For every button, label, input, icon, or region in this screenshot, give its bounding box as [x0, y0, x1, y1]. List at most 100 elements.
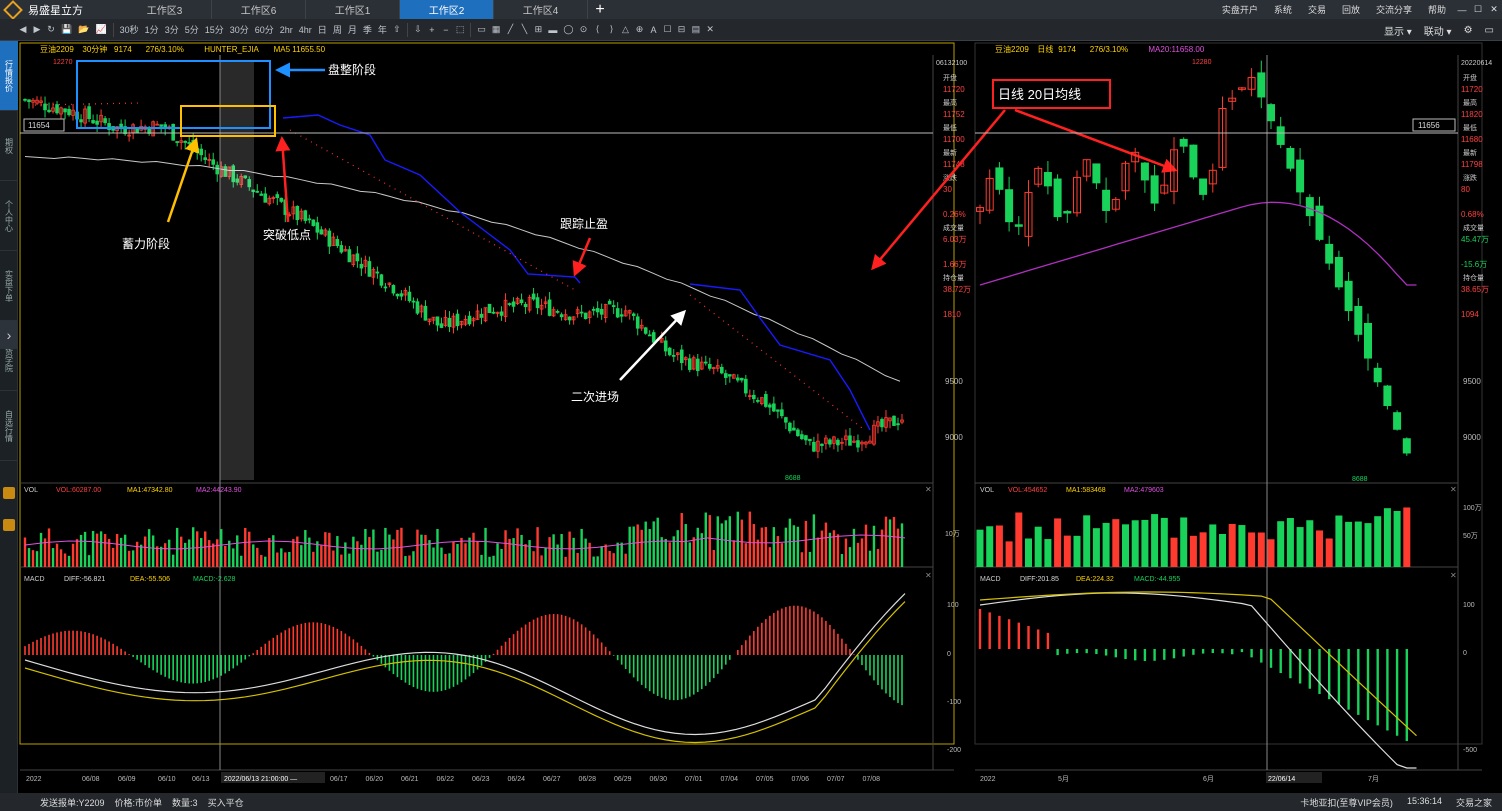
- chart-canvas[interactable]: 豆油2209 30分钟 9174 276/3.10% HUNTER_EJIA MA5 11…: [0, 0, 1502, 811]
- candle-body: [531, 293, 536, 300]
- volume-bar: [448, 553, 451, 567]
- header-ma: MA20:11658.00: [1148, 45, 1204, 54]
- candle-body: [67, 108, 71, 116]
- right-info-value: 80: [1461, 185, 1470, 194]
- daily-candle-body: [1043, 171, 1052, 187]
- candle-body: [671, 354, 676, 357]
- candle-body: [171, 123, 175, 141]
- volume-bar: [512, 538, 515, 567]
- volume-bar: [236, 535, 239, 567]
- annotation-consolidation: 盘整阶段: [328, 62, 376, 77]
- daily-volume-bar: [1219, 534, 1226, 567]
- daily-volume-bar: [1306, 520, 1314, 567]
- candle-body: [507, 303, 512, 305]
- candle-body: [788, 422, 792, 432]
- info-label: 成交量: [943, 223, 964, 232]
- volume-bar: [67, 555, 71, 567]
- candle-body: [611, 305, 616, 307]
- volume-bar: [852, 528, 856, 567]
- right-date-label: 22/06/14: [1268, 776, 1295, 783]
- info-value: 11752: [943, 110, 965, 119]
- macd-dea: DEA:-55.506: [130, 576, 170, 583]
- volume-bar: [788, 518, 792, 567]
- volume-bar: [336, 536, 339, 567]
- volume-bar: [528, 540, 531, 567]
- close-icon[interactable]: ✕: [925, 571, 932, 580]
- right-info-label: 开盘: [1463, 73, 1477, 82]
- date-label: 07/07: [827, 776, 845, 783]
- status-order-field: 数量:3: [172, 797, 198, 808]
- daily-volume-bar: [1335, 515, 1343, 567]
- close-icon[interactable]: ✕: [1450, 571, 1457, 580]
- date-label: 06/24: [508, 776, 526, 783]
- daily-volume-bar: [1170, 537, 1178, 567]
- right-vol-ma2: MA2:479603: [1124, 487, 1164, 494]
- volume-bar: [244, 527, 247, 567]
- volume-bar: [195, 531, 199, 567]
- candle-body: [199, 148, 204, 156]
- annotation-reentry: 二次进场: [571, 390, 619, 404]
- right-info-value: 11720: [1461, 85, 1483, 94]
- volume-bar: [183, 542, 187, 567]
- volume-bar: [340, 554, 343, 567]
- volume-bar: [840, 554, 844, 567]
- volume-bar: [684, 524, 687, 567]
- header-last: 9174: [114, 45, 132, 54]
- volume-bar: [352, 536, 355, 567]
- volume-bar: [576, 552, 579, 567]
- header-change: 276/3.10%: [146, 45, 184, 54]
- volume-bar: [59, 549, 63, 567]
- date-label: 06/21: [401, 776, 419, 783]
- volume-bar: [460, 537, 463, 567]
- info-value: 1.66万: [943, 260, 967, 269]
- header-symbol: 豆油2209: [995, 44, 1029, 54]
- volume-bar: [768, 547, 772, 567]
- right-info-value: 11820: [1461, 110, 1483, 119]
- close-icon[interactable]: ✕: [925, 485, 932, 494]
- candle-body: [319, 229, 324, 235]
- volume-bar: [155, 546, 159, 567]
- volume-bar: [444, 553, 447, 567]
- candle-body: [195, 148, 199, 153]
- date-label: 07/08: [863, 776, 881, 783]
- volume-bar: [692, 537, 695, 567]
- header-period: 30分钟: [82, 44, 107, 54]
- candle-body: [467, 315, 472, 325]
- volume-bar: [35, 551, 39, 567]
- candle-body: [764, 394, 768, 407]
- close-icon[interactable]: ✕: [1450, 485, 1457, 494]
- volume-bar: [828, 532, 832, 567]
- candle-body: [511, 301, 516, 307]
- header-change: 276/3.10%: [1090, 45, 1128, 54]
- volume-bar: [508, 538, 511, 567]
- volume-bar: [408, 555, 411, 567]
- volume-bar: [648, 529, 651, 567]
- daily-volume-bar: [1112, 519, 1120, 567]
- volume-bar: [616, 542, 619, 567]
- right-date-label: 5月: [1058, 775, 1069, 783]
- date-label: 06/28: [579, 776, 597, 783]
- header-ma: MA5 11655.50: [274, 45, 326, 54]
- volume-bar: [856, 542, 860, 567]
- daily-volume-bar: [1083, 515, 1091, 567]
- volume-bar: [332, 550, 335, 567]
- volume-bar: [360, 544, 363, 567]
- volume-bar: [800, 552, 804, 567]
- daily-volume-bar: [1393, 510, 1401, 567]
- daily-volume-bar: [1044, 539, 1052, 567]
- daily-candle-body: [1140, 162, 1149, 181]
- daily-volume-bar: [1151, 514, 1159, 567]
- volume-bar: [79, 534, 83, 567]
- volume-bar: [384, 527, 387, 567]
- header-symbol: 豆油2209: [40, 44, 74, 54]
- right-low-label: 8688: [1352, 476, 1368, 483]
- status-order-field: 价格:市价单: [114, 797, 163, 808]
- volume-bar: [368, 537, 371, 567]
- candle-body: [43, 103, 47, 111]
- volume-bar: [764, 527, 768, 567]
- candle-body: [591, 308, 596, 311]
- macd-tick: -100: [947, 699, 961, 706]
- daily-candle-body: [1402, 438, 1411, 454]
- status-right-item: 15:36:14: [1406, 795, 1442, 806]
- volume-bar: [604, 544, 607, 567]
